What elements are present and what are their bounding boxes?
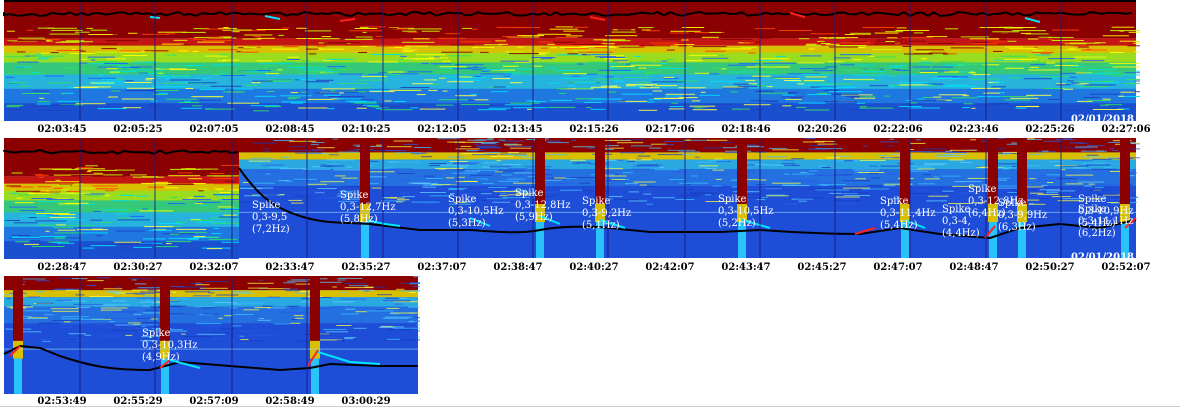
time-tick-label: 02:38:47 <box>493 262 543 273</box>
time-tick-label: 02:47:07 <box>873 262 923 273</box>
time-tick-label: 02:30:27 <box>113 262 163 273</box>
spike-annotation: Spike 0,3-9,2Hz (5,1Hz) <box>582 196 632 231</box>
spike-annotation: Spike 0,3-9,9Hz (6,3Hz) <box>998 198 1048 233</box>
time-tick-label: 02:40:27 <box>569 262 619 273</box>
time-tick-label: 02:50:27 <box>1025 262 1075 273</box>
time-tick-label: 02:35:27 <box>341 262 391 273</box>
spike-annotation: Spike 0,3-11,4Hz (5,4Hz) <box>880 196 936 231</box>
time-tick-label: 02:28:47 <box>37 262 87 273</box>
spike-annotation: Spike 0,3-12,8Hz (5,9Hz) <box>515 188 571 223</box>
time-tick-label: 02:23:46 <box>949 124 999 135</box>
time-tick-label: 02:13:45 <box>493 124 543 135</box>
time-tick-label: 02:27:06 <box>1101 124 1151 135</box>
spectrogram-panel-1: 02/01/2018 02:03:45 02:05:25 02:07:05 02:08… <box>0 0 1151 136</box>
spike-annotation: Spike 0,3-12,7Hz (5,8Hz) <box>340 190 396 225</box>
time-tick-label: 02:22:06 <box>873 124 923 135</box>
spike-annotation: Spike 0,3-11,1Hz (6,2Hz) <box>1078 204 1134 239</box>
time-tick-label: 02:05:25 <box>113 124 163 135</box>
time-tick-label: 02:48:47 <box>949 262 999 273</box>
time-tick-label: 02:08:45 <box>265 124 315 135</box>
time-tick-label: 02:52:07 <box>1101 262 1151 273</box>
time-tick-label: 02:10:25 <box>341 124 391 135</box>
time-tick-label: 02:45:27 <box>797 262 847 273</box>
time-tick-label: 02:42:07 <box>645 262 695 273</box>
spike-annotation: Spike 0,3-9,5 (7,2Hz) <box>252 200 290 235</box>
time-tick-label: 02:18:46 <box>721 124 771 135</box>
spike-annotation: Spike 0,3-10,5Hz (5,2Hz) <box>718 194 774 229</box>
time-tick-label: 02:12:05 <box>417 124 467 135</box>
time-tick-label: 02:25:26 <box>1025 124 1075 135</box>
page-divider <box>0 406 1180 407</box>
spectrogram-panel-3: 02:53:49 02:55:29 02:57:09 02:58:49 03:00:29… <box>0 276 420 410</box>
time-tick-label: 02:03:45 <box>37 124 87 135</box>
spectrogram-strip-1 <box>0 0 1140 124</box>
time-tick-label: 02:37:07 <box>417 262 467 273</box>
time-tick-label: 02:43:47 <box>721 262 771 273</box>
spike-annotation: Spike 0,3-10,5Hz (5,3Hz) <box>448 194 504 229</box>
time-tick-label: 02:20:26 <box>797 124 847 135</box>
time-tick-label: 02:15:26 <box>569 124 619 135</box>
spike-annotation: Spike 0,3-10,3Hz (4,9Hz) <box>142 328 198 363</box>
spectrogram-strip-3 <box>0 276 420 396</box>
time-tick-label: 02:17:06 <box>645 124 695 135</box>
time-tick-label: 02:07:05 <box>189 124 239 135</box>
time-tick-label: 02:32:07 <box>189 262 239 273</box>
spectrogram-panel-2: 02/01/2018 02:28:47 02:30:27 02:32:07 02:33… <box>0 138 1151 274</box>
time-tick-label: 02:33:47 <box>265 262 315 273</box>
